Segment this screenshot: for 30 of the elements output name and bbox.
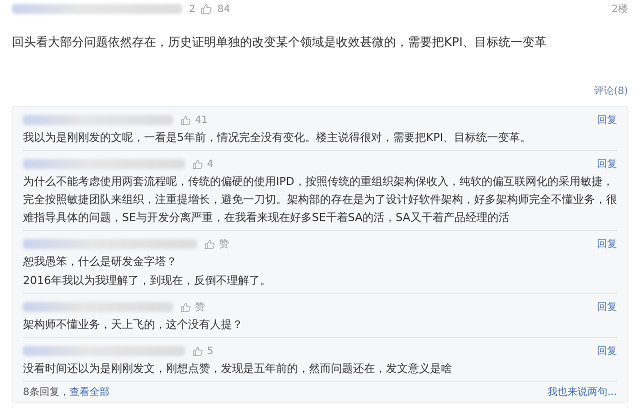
- write-comment-link[interactable]: 我也来说两句...: [547, 385, 617, 399]
- thumbs-up-icon[interactable]: [180, 114, 191, 126]
- reply-text: 我以为是刚刚发的文呢，一看是5年前，情况完全没有变化。楼主说得很对，需要把KPI、目标统一变革。: [23, 130, 532, 146]
- reply-text: 架构师不懂业务，天上飞的，这个没有人提？: [23, 317, 244, 333]
- view-all-link[interactable]: 查看全部: [69, 385, 110, 399]
- reply-text: 为什么不能考虑使用两套流程呢，传统的偏硬的使用IPD，按照传统的重组织架构保收入，纯软的偏互联网化的采用敏捷，完全按照敏捷团队来组织，注重提增长，避免一刀切。架构部的存在是为了设计好软件架构，好多架构师完全不懂业务，很难指导具体的问题，SE与开发分离严重，在我看来现在好多SE干着SA的活，SA又干着产品经理的活: [23, 174, 617, 226]
- like-count: 4: [207, 158, 214, 170]
- reply-link[interactable]: 回复: [597, 113, 617, 127]
- reply-text: 恕我愚笨，什么是研发金字塔？: [23, 254, 178, 270]
- like-count: 赞: [219, 238, 229, 251]
- like-count: 84: [217, 4, 230, 14]
- thumbs-up-icon[interactable]: [200, 3, 212, 15]
- reply-text: 没看时间还以为是刚刚发文，刚想点赞，发现是五年前的，然而问题还在，发文意义是啥: [23, 361, 453, 377]
- like-count: 5: [207, 346, 214, 356]
- reply-link[interactable]: 回复: [597, 300, 617, 314]
- comment-text: 回头看大部分问题依然存在，历史证明单独的改变某个领域是收效甚微的，需要把KPI、目标统一变革: [12, 34, 548, 50]
- reply-link[interactable]: 回复: [597, 344, 617, 358]
- like-count: 赞: [195, 301, 205, 314]
- reply-count: 2: [189, 4, 196, 14]
- reply-text: 2016年我以为我理解了，到现在，反倒不理解了。: [23, 273, 272, 289]
- comments-link[interactable]: 评论(8): [594, 84, 628, 98]
- reply-total: 8条回复，: [23, 386, 70, 399]
- reply-link[interactable]: 回复: [597, 157, 617, 171]
- thumbs-up-icon[interactable]: [204, 238, 215, 250]
- reply-link[interactable]: 回复: [597, 237, 617, 251]
- thumbs-up-icon[interactable]: [180, 302, 191, 312]
- thumbs-up-icon[interactable]: [192, 346, 203, 356]
- floor-number: 2楼: [612, 2, 628, 16]
- like-count: 41: [195, 114, 208, 126]
- thumbs-up-icon[interactable]: [192, 158, 203, 170]
